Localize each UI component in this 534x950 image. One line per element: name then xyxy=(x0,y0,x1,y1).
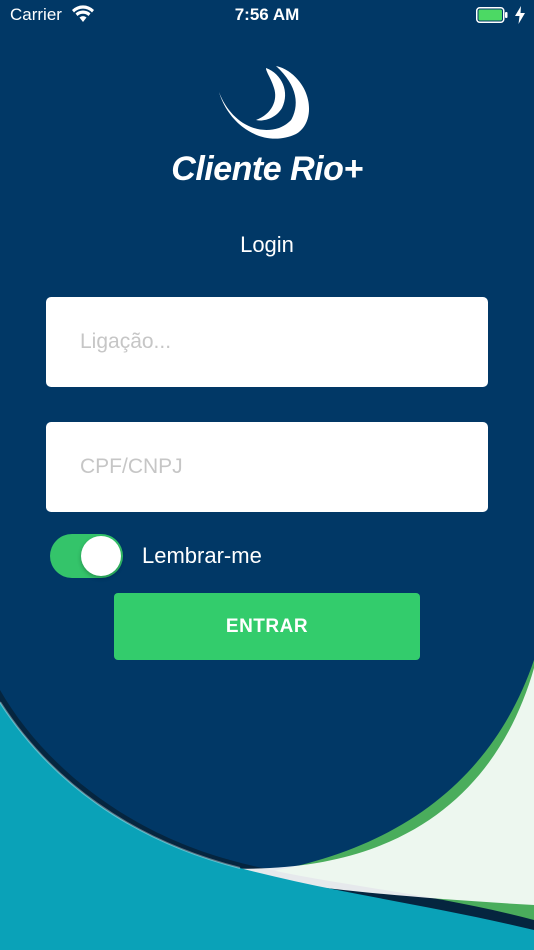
login-button[interactable]: ENTRAR xyxy=(114,593,420,660)
charging-icon xyxy=(515,6,525,24)
ligacao-input[interactable] xyxy=(46,297,488,387)
remember-me-label: Lembrar-me xyxy=(142,543,262,568)
cpf-cnpj-input[interactable] xyxy=(46,422,488,512)
battery-icon xyxy=(476,7,508,23)
page-title: Login xyxy=(240,232,294,257)
status-time: 7:56 AM xyxy=(234,5,300,24)
login-screen: Carrier 7:56 AM Cliente Rio+ Login Lembr… xyxy=(0,0,534,950)
brand-name: Cliente Rio+ xyxy=(171,150,363,188)
swirl-logo-icon xyxy=(219,66,310,139)
toggle-knob xyxy=(81,536,121,576)
status-bar: Carrier 7:56 AM xyxy=(0,0,534,30)
remember-me-toggle[interactable] xyxy=(50,534,123,578)
